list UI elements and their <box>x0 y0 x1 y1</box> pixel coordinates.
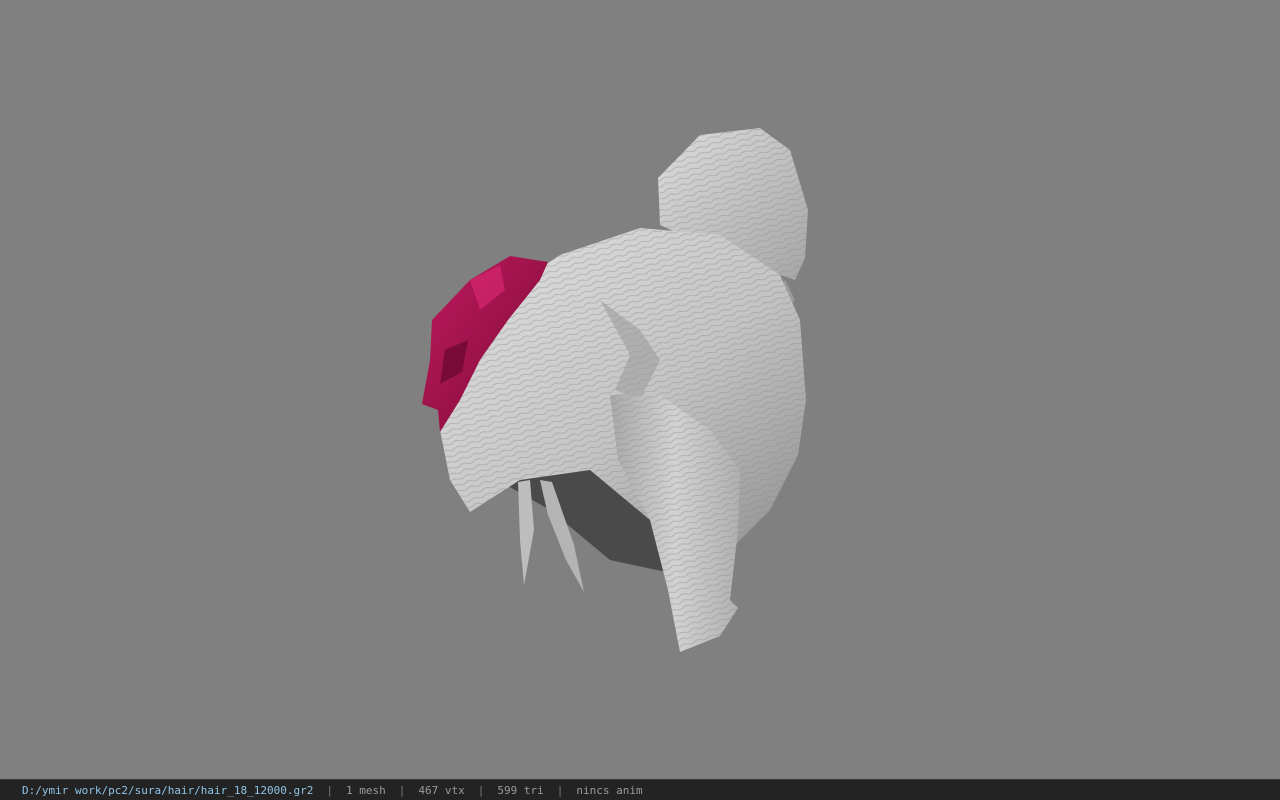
status-animation: nincs anim <box>576 783 643 797</box>
hair-model-render[interactable] <box>0 0 1280 779</box>
status-separator: | <box>477 783 485 797</box>
status-separator: | <box>326 783 334 797</box>
status-file-path: D:/ymir work/pc2/sura/hair/hair_18_12000… <box>22 783 314 797</box>
status-separator: | <box>556 783 564 797</box>
status-mesh-count: 1 mesh <box>346 783 386 797</box>
status-separator: | <box>398 783 406 797</box>
status-vertex-count: 467 vtx <box>418 783 465 797</box>
3d-viewport[interactable] <box>0 0 1280 779</box>
status-triangle-count: 599 tri <box>497 783 544 797</box>
status-bar: D:/ymir work/pc2/sura/hair/hair_18_12000… <box>0 779 1280 800</box>
